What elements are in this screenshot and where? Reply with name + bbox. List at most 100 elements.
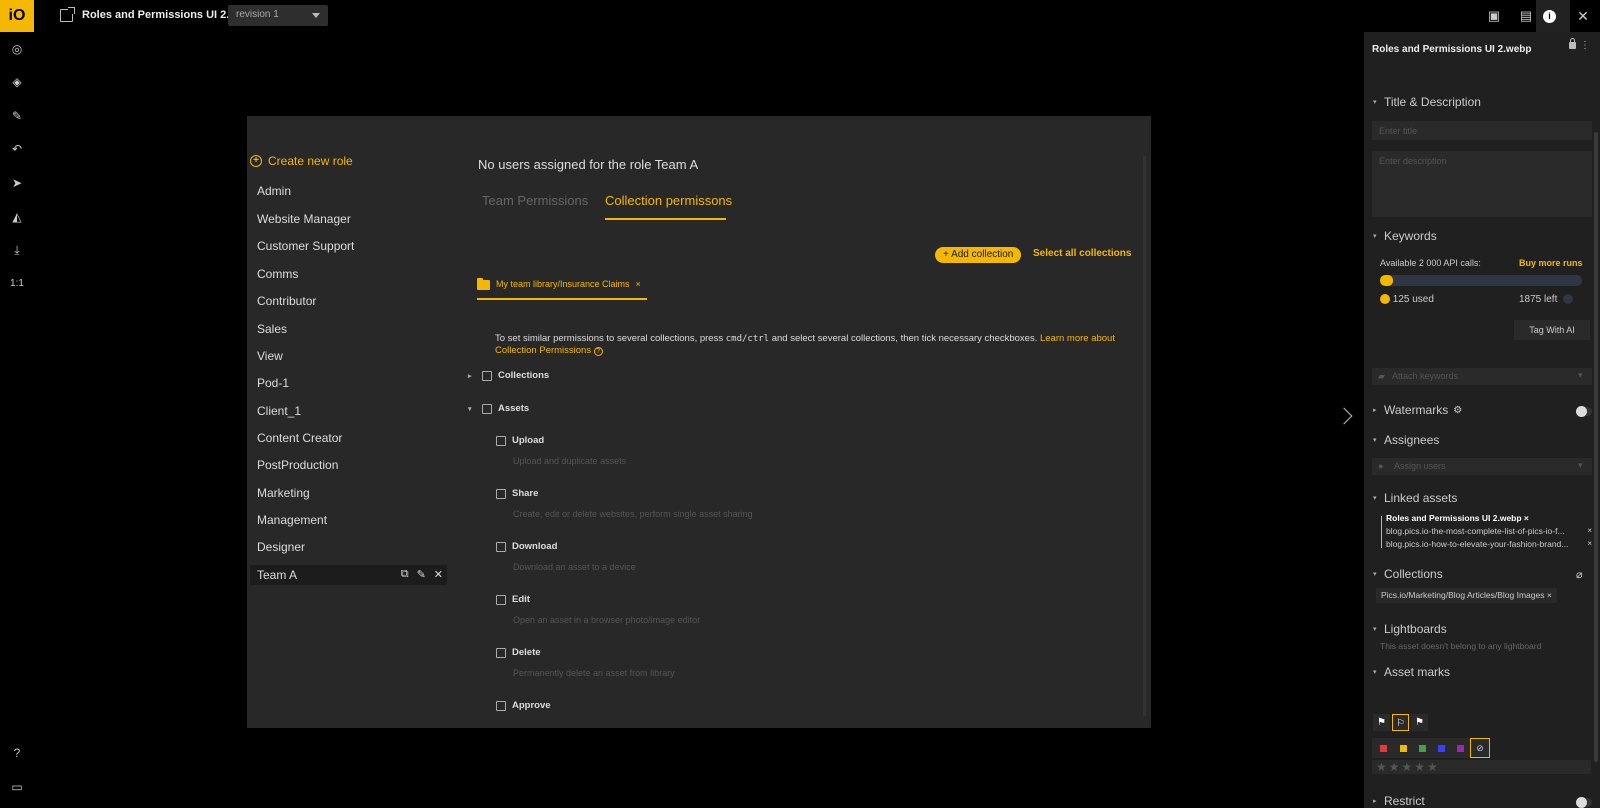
globe-icon[interactable]: ◎ bbox=[8, 40, 26, 58]
linked-asset[interactable]: blog.pics.io-the-most-complete-list-of-p… bbox=[1386, 526, 1565, 536]
chat-icon[interactable]: ▭ bbox=[8, 778, 26, 796]
next-asset-arrow-icon[interactable] bbox=[1335, 407, 1353, 425]
collection-tag[interactable]: Pics.io/Marketing/Blog Articles/Blog Ima… bbox=[1376, 588, 1557, 603]
send-icon[interactable]: ➤ bbox=[8, 174, 26, 192]
linked-asset-current[interactable]: Roles and Permissions UI 2.webp × bbox=[1386, 513, 1529, 523]
collection-chip[interactable]: My team library/Insurance Claims × bbox=[477, 277, 647, 300]
role-item[interactable]: Comms bbox=[257, 267, 298, 281]
remove-collection-icon[interactable]: × bbox=[636, 279, 641, 289]
layers-icon[interactable]: ◈ bbox=[8, 73, 26, 91]
checkbox[interactable] bbox=[496, 488, 506, 499]
role-item-active[interactable]: Team A ⧉ ✎ ✕ bbox=[250, 565, 447, 585]
panel-scrollbar[interactable] bbox=[1143, 156, 1146, 716]
role-item[interactable]: Customer Support bbox=[257, 239, 354, 253]
chevron-down-icon[interactable]: ▾ bbox=[1578, 460, 1583, 471]
left-label: 1875 left bbox=[1519, 294, 1558, 305]
checkbox[interactable] bbox=[482, 370, 492, 381]
role-item[interactable]: Website Manager bbox=[257, 212, 351, 226]
select-all-collections-link[interactable]: Select all collections bbox=[1033, 248, 1131, 259]
checkbox[interactable] bbox=[496, 700, 506, 711]
flag-rejected-icon[interactable]: ⚑ bbox=[1411, 714, 1428, 731]
color-label-blue[interactable] bbox=[1438, 745, 1445, 752]
sidebar-title: Roles and Permissions UI 2.webp bbox=[1372, 44, 1532, 55]
section-linked-assets[interactable]: ▾ Linked assets bbox=[1373, 491, 1457, 505]
section-lightboards[interactable]: ▾ Lightboards bbox=[1373, 622, 1447, 636]
flag-approved-icon[interactable]: ⚑ bbox=[1373, 714, 1390, 731]
role-item[interactable]: Marketing bbox=[257, 486, 310, 500]
role-item[interactable]: Pod-1 bbox=[257, 376, 289, 390]
section-asset-marks[interactable]: ▾ Asset marks bbox=[1373, 665, 1450, 679]
color-label-green[interactable] bbox=[1419, 745, 1426, 752]
role-item[interactable]: Designer bbox=[257, 540, 305, 554]
section-title-description[interactable]: ▾ Title & Description bbox=[1373, 95, 1481, 109]
paperclip-icon[interactable]: ⌀ bbox=[1576, 568, 1583, 581]
unlink-icon[interactable]: × bbox=[1587, 539, 1592, 548]
role-item[interactable]: Sales bbox=[257, 322, 287, 336]
color-label-purple[interactable] bbox=[1457, 745, 1464, 752]
rating-stars[interactable]: ★★★★★ bbox=[1372, 760, 1591, 774]
role-item[interactable]: View bbox=[257, 349, 283, 363]
edit-icon[interactable]: ✎ bbox=[417, 568, 426, 581]
unlink-icon[interactable]: × bbox=[1587, 526, 1592, 535]
expand-triangle-icon[interactable]: ▸ bbox=[468, 372, 476, 380]
role-item[interactable]: Management bbox=[257, 513, 327, 527]
sidebar-scrollbar[interactable] bbox=[1594, 132, 1598, 762]
delete-icon[interactable]: ✕ bbox=[434, 568, 443, 581]
section-keywords[interactable]: ▾ Keywords bbox=[1373, 229, 1437, 243]
section-watermarks[interactable]: ▸ Watermarks ⚙ bbox=[1373, 403, 1462, 417]
role-item[interactable]: Content Creator bbox=[257, 431, 342, 445]
no-color-icon[interactable]: ⊘ bbox=[1470, 738, 1490, 758]
logo[interactable]: iO bbox=[0, 0, 34, 32]
close-icon[interactable]: ✕ bbox=[1573, 6, 1593, 26]
tag-with-ai-button[interactable]: Tag With AI bbox=[1514, 320, 1590, 340]
description-input[interactable]: Enter description bbox=[1372, 151, 1592, 217]
role-item[interactable]: PostProduction bbox=[257, 458, 338, 472]
revision-select[interactable]: revision 1 bbox=[228, 5, 328, 26]
checkbox[interactable] bbox=[496, 647, 506, 658]
help-circle-icon[interactable]: ? bbox=[593, 347, 603, 356]
download-icon[interactable]: ⤓ bbox=[8, 241, 26, 259]
add-collection-button[interactable]: + Add collection bbox=[935, 247, 1022, 263]
permission-label: Download bbox=[512, 541, 558, 552]
comments-icon[interactable]: ▤ bbox=[1516, 6, 1536, 26]
more-options-icon[interactable]: ⋮ bbox=[1580, 40, 1590, 51]
lock-icon[interactable] bbox=[1569, 38, 1576, 49]
undo-icon[interactable]: ↶ bbox=[8, 140, 26, 158]
tab-team-permissions[interactable]: Team Permissions bbox=[482, 193, 588, 208]
buy-more-runs-link[interactable]: Buy more runs bbox=[1519, 258, 1583, 268]
linked-asset[interactable]: blog.pics.io-how-to-elevate-your-fashion… bbox=[1386, 539, 1568, 549]
checkbox[interactable] bbox=[496, 435, 506, 446]
info-icon[interactable]: i bbox=[1543, 10, 1556, 23]
color-label-red[interactable] bbox=[1380, 745, 1387, 752]
actual-size-icon[interactable]: 1:1 bbox=[8, 275, 26, 293]
tab-collection-permissions[interactable]: Collection permissons bbox=[605, 193, 732, 208]
assign-users-input[interactable]: Assign users bbox=[1372, 458, 1592, 475]
warning-icon[interactable]: ◭ bbox=[8, 208, 26, 226]
flag-none-icon[interactable]: ⚐ bbox=[1392, 714, 1409, 731]
checkbox[interactable] bbox=[496, 594, 506, 605]
section-assignees[interactable]: ▾ Assignees bbox=[1373, 433, 1439, 447]
role-item[interactable]: Client_1 bbox=[257, 404, 301, 418]
section-restrict[interactable]: ▸ Restrict bbox=[1373, 794, 1425, 808]
section-collections[interactable]: ▾ Collections bbox=[1373, 567, 1443, 581]
role-item[interactable]: Contributor bbox=[257, 294, 316, 308]
checkbox[interactable] bbox=[482, 403, 492, 414]
duplicate-icon[interactable]: ⧉ bbox=[401, 568, 409, 581]
checkbox[interactable] bbox=[496, 541, 506, 552]
title-input[interactable]: Enter title bbox=[1372, 121, 1592, 140]
color-label-yellow[interactable] bbox=[1400, 745, 1407, 752]
gear-icon[interactable]: ⚙ bbox=[1453, 405, 1462, 416]
attach-keywords-input[interactable]: Attach keywords bbox=[1372, 368, 1592, 385]
role-item[interactable]: Admin bbox=[257, 184, 291, 198]
restrict-toggle[interactable] bbox=[1576, 797, 1592, 808]
section-label: Keywords bbox=[1384, 229, 1437, 243]
chevron-down-icon[interactable]: ▾ bbox=[1578, 370, 1583, 381]
create-role-button[interactable]: + Create new role bbox=[250, 154, 353, 168]
expand-triangle-icon: ▸ bbox=[1373, 407, 1377, 414]
collapse-triangle-icon[interactable]: ▾ bbox=[468, 405, 476, 413]
open-external-icon[interactable] bbox=[60, 7, 75, 22]
help-icon[interactable]: ? bbox=[8, 744, 26, 762]
compare-icon[interactable]: ▣ bbox=[1484, 6, 1504, 26]
watermarks-toggle[interactable] bbox=[1576, 406, 1592, 417]
pencil-icon[interactable]: ✎ bbox=[8, 107, 26, 125]
